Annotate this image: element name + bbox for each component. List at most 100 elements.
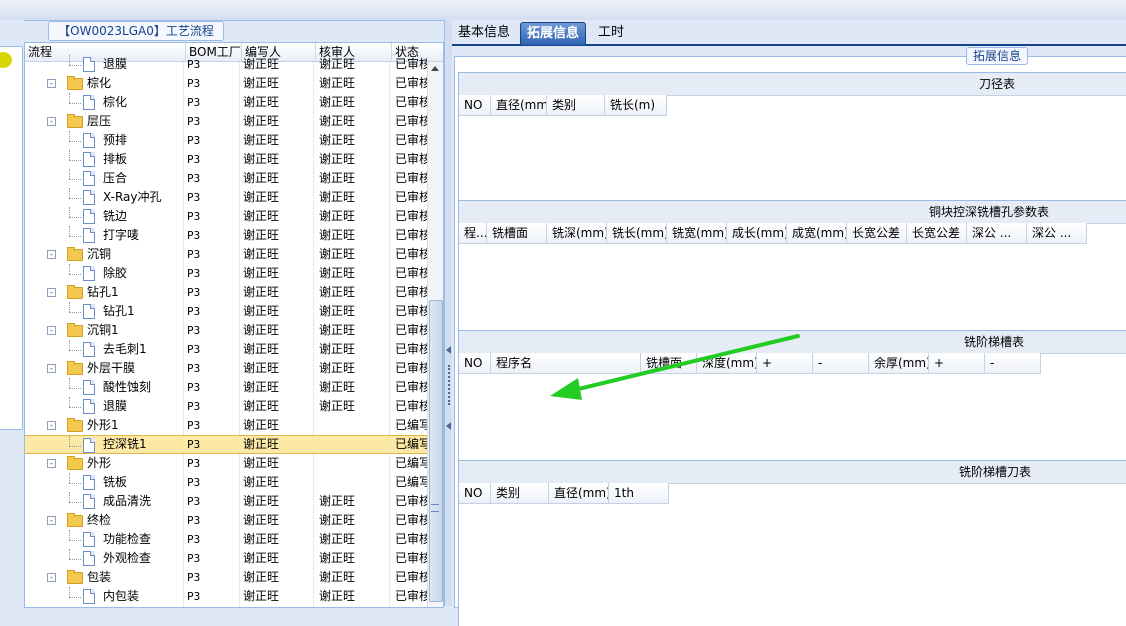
top-bar	[0, 0, 1126, 25]
collapse-toggle-icon[interactable]: -	[47, 288, 56, 297]
tree-row[interactable]: 退膜 P3 谢正旺 谢正旺 已审核	[25, 397, 427, 416]
status-cell: 已审核	[395, 304, 427, 318]
tree-row[interactable]: - 外层干膜 P3 谢正旺 谢正旺 已审核	[25, 359, 427, 378]
collapse-toggle-icon[interactable]: -	[47, 117, 56, 126]
tree-row[interactable]: 除胶 P3 谢正旺 谢正旺 已审核	[25, 264, 427, 283]
tree-node-label: 酸性蚀刻	[103, 380, 152, 394]
table-column-header[interactable]: 长宽公差	[847, 223, 907, 243]
tree-row[interactable]: 排板 P3 谢正旺 谢正旺 已审核	[25, 150, 427, 169]
tab-extended-info[interactable]: 拓展信息	[520, 22, 587, 45]
collapse-left-arrow-icon[interactable]	[446, 346, 451, 354]
tree-row[interactable]: - 钻孔1 P3 谢正旺 谢正旺 已审核	[25, 283, 427, 302]
tree-row[interactable]: X-Ray冲孔 P3 谢正旺 谢正旺 已审核	[25, 188, 427, 207]
tree-row[interactable]: - 外形 P3 谢正旺 已编写	[25, 454, 427, 473]
tree-row[interactable]: - 沉铜1 P3 谢正旺 谢正旺 已审核	[25, 321, 427, 340]
collapse-left-arrow-icon[interactable]	[446, 422, 451, 430]
table-column-header[interactable]: 成长(mm)	[727, 223, 787, 243]
collapse-toggle-icon[interactable]: -	[47, 516, 56, 525]
table-column-header[interactable]: 铣槽面	[487, 223, 547, 243]
tree-row[interactable]: 预排 P3 谢正旺 谢正旺 已审核	[25, 131, 427, 150]
table-column-header[interactable]: 深公 ...	[1027, 223, 1087, 243]
writer-cell: 谢正旺	[243, 551, 280, 565]
table-column-header[interactable]: +	[929, 353, 985, 373]
document-icon	[83, 171, 95, 186]
status-cell: 已审核	[395, 95, 427, 109]
scroll-up-arrow-icon[interactable]	[431, 66, 439, 71]
table-column-header[interactable]: 1th	[609, 483, 669, 503]
writer-cell: 谢正旺	[243, 266, 280, 280]
tree-row[interactable]: 控深铣1 P3 谢正旺 已编写	[25, 435, 427, 454]
process-flow-panel: 【OW0023LGA0】工艺流程 流程 BOM工厂 编写人 核审人 状态 退膜 P…	[24, 20, 444, 608]
tree-row[interactable]: 退膜 P3 谢正旺 谢正旺 已审核	[25, 55, 427, 74]
tree-row[interactable]: 压合 P3 谢正旺 谢正旺 已审核	[25, 169, 427, 188]
tree-row[interactable]: - 棕化 P3 谢正旺 谢正旺 已审核	[25, 74, 427, 93]
collapse-toggle-icon[interactable]: -	[47, 250, 56, 259]
folder-icon	[67, 570, 83, 584]
table-column-header[interactable]: NO	[459, 483, 491, 503]
table-column-header[interactable]: 程...	[459, 223, 487, 243]
tab-basic-info[interactable]: 基本信息	[452, 22, 516, 44]
tree-row[interactable]: 功能检查 P3 谢正旺 谢正旺 已审核	[25, 530, 427, 549]
bom-cell: P3	[187, 96, 201, 109]
table-column-header[interactable]: 直径(mm)	[549, 483, 609, 503]
status-cell: 已审核	[395, 399, 427, 413]
table-column-header[interactable]: NO	[459, 95, 491, 115]
document-icon	[83, 152, 95, 167]
status-cell: 已审核	[395, 342, 427, 356]
tree-row[interactable]: 去毛刺1 P3 谢正旺 谢正旺 已审核	[25, 340, 427, 359]
tree-row[interactable]: - 终检 P3 谢正旺 谢正旺 已审核	[25, 511, 427, 530]
table-column-header[interactable]: NO	[459, 353, 491, 373]
table-column-header[interactable]: 铣深(mm)	[547, 223, 607, 243]
table-column-header[interactable]: 长宽公差	[907, 223, 967, 243]
tree-connector	[69, 397, 70, 407]
tree-row[interactable]: 铣边 P3 谢正旺 谢正旺 已审核	[25, 207, 427, 226]
table-column-header[interactable]: 铣长(m)	[605, 95, 667, 115]
table-column-header[interactable]: 铣长(mm)	[607, 223, 667, 243]
reviewer-cell: 谢正旺	[319, 57, 356, 71]
tree-row[interactable]: - 层压 P3 谢正旺 谢正旺 已审核	[25, 112, 427, 131]
bom-cell: P3	[187, 590, 201, 603]
tree-row[interactable]: 酸性蚀刻 P3 谢正旺 谢正旺 已审核	[25, 378, 427, 397]
tree-row[interactable]: - 包装 P3 谢正旺 谢正旺 已审核	[25, 568, 427, 587]
table-column-header[interactable]: 类别	[491, 483, 549, 503]
table-column-header[interactable]: 余厚(mm)	[869, 353, 929, 373]
collapse-toggle-icon[interactable]: -	[47, 459, 56, 468]
tree-row[interactable]: 钻孔1 P3 谢正旺 谢正旺 已审核	[25, 302, 427, 321]
tree-row[interactable]: 成品清洗 P3 谢正旺 谢正旺 已审核	[25, 492, 427, 511]
tree-connector	[69, 446, 81, 447]
table-column-header[interactable]: 深公 ...	[967, 223, 1027, 243]
collapse-toggle-icon[interactable]: -	[47, 421, 56, 430]
status-cell: 已审核	[395, 285, 427, 299]
writer-cell: 谢正旺	[243, 190, 280, 204]
tree-row[interactable]: 外观检查 P3 谢正旺 谢正旺 已审核	[25, 549, 427, 568]
bom-cell: P3	[187, 134, 201, 147]
table-column-header[interactable]: 类别	[547, 95, 605, 115]
tree-node-label: 沉铜1	[87, 323, 119, 337]
tree-node-label: 压合	[103, 171, 128, 185]
writer-cell: 谢正旺	[243, 95, 280, 109]
table-column-header[interactable]: -	[985, 353, 1041, 373]
collapse-toggle-icon[interactable]: -	[47, 79, 56, 88]
vertical-scrollbar[interactable]	[427, 62, 443, 607]
table-column-header[interactable]: -	[813, 353, 869, 373]
tree-row[interactable]: 内包装 P3 谢正旺 谢正旺 已审核	[25, 587, 427, 606]
tree-node-label: 沉铜	[87, 247, 112, 261]
table-column-header[interactable]: 铣宽(mm)	[667, 223, 727, 243]
tree-row[interactable]: - 外形1 P3 谢正旺 已编写	[25, 416, 427, 435]
tree-row[interactable]: 棕化 P3 谢正旺 谢正旺 已审核	[25, 93, 427, 112]
reviewer-cell: 谢正旺	[319, 209, 356, 223]
collapse-toggle-icon[interactable]: -	[47, 326, 56, 335]
tab-strip: 基本信息 拓展信息 工时	[452, 20, 1126, 46]
table-column-header[interactable]: 直径(mm)	[491, 95, 547, 115]
tree-row[interactable]: - 沉铜 P3 谢正旺 谢正旺 已审核	[25, 245, 427, 264]
scrollbar-thumb[interactable]	[429, 300, 443, 602]
reviewer-cell: 谢正旺	[319, 266, 356, 280]
annotation-arrow	[550, 334, 800, 400]
tree-row[interactable]: 打字唛 P3 谢正旺 谢正旺 已审核	[25, 226, 427, 245]
tab-work-hours[interactable]: 工时	[592, 22, 630, 44]
collapse-toggle-icon[interactable]: -	[47, 573, 56, 582]
table-column-header[interactable]: 成宽(mm)	[787, 223, 847, 243]
tree-row[interactable]: 铣板 P3 谢正旺 已编写	[25, 473, 427, 492]
collapse-toggle-icon[interactable]: -	[47, 364, 56, 373]
reviewer-cell: 谢正旺	[319, 190, 356, 204]
